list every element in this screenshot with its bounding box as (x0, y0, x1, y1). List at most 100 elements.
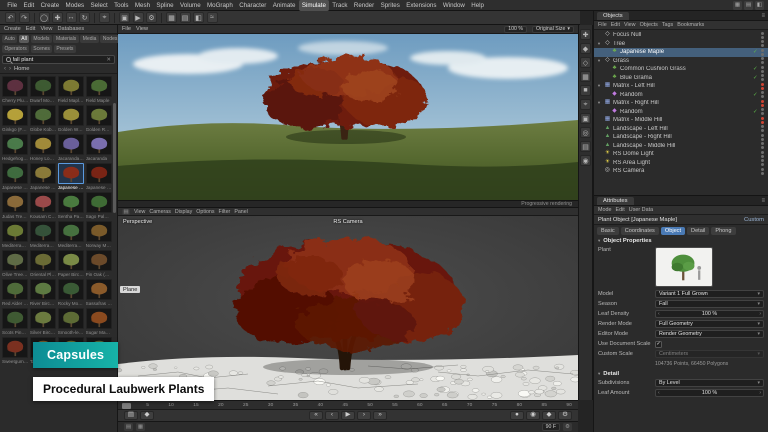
visibility-dot[interactable] (761, 78, 764, 81)
asset-item-olive-tree-fall-plant[interactable]: Olive Tree (Fall Plant) (2, 250, 28, 278)
season-dropdown[interactable]: Fall▾ (655, 300, 764, 308)
viewport-menu-icon[interactable]: ▤ (122, 209, 130, 215)
visibility-dots[interactable] (761, 66, 764, 73)
stepper-up-icon[interactable]: › (759, 311, 761, 317)
simulation-icon[interactable]: ≈ (207, 12, 218, 23)
visibility-dots[interactable] (761, 74, 764, 81)
visibility-dot[interactable] (761, 159, 764, 162)
use-document-scale-checkbox[interactable]: ✓ (655, 341, 662, 348)
live-selection-icon[interactable]: ◯ (39, 12, 50, 23)
menu-track[interactable]: Track (329, 0, 351, 11)
record-keyframe-icon[interactable]: ● (510, 411, 524, 420)
visibility-dot[interactable] (761, 146, 764, 149)
custom-link[interactable]: Custom (744, 217, 764, 223)
autokey-icon[interactable]: ◉ (526, 411, 540, 420)
next-frame-button[interactable]: › (357, 411, 371, 420)
object-row-rs-area-light[interactable]: ☀RS Area Light (594, 159, 768, 168)
object-row-tree[interactable]: ▾◇Tree (594, 40, 768, 49)
stepper-down-icon[interactable]: ‹ (658, 311, 660, 317)
asset-item-kousam-cherry-fall-plant[interactable]: Kousam Cherry (Fall Plant) (30, 192, 56, 220)
keyframe-position-icon[interactable]: ◆ (542, 411, 556, 420)
expand-arrow-icon[interactable]: ▾ (596, 100, 602, 106)
object-row-rs-camera[interactable]: ◎RS Camera (594, 167, 768, 176)
menu-spline[interactable]: Spline (153, 0, 177, 11)
objects-menu-tags[interactable]: Tags (662, 22, 673, 28)
filter-models[interactable]: Models (31, 35, 52, 43)
model-dropdown[interactable]: Variant 1 Full Grown▾ (655, 290, 764, 298)
asset-item-norway-maple-fall-plant[interactable]: Norway Maple (Fall Plant) (86, 221, 112, 249)
visibility-dot[interactable] (761, 134, 764, 137)
layout-animate-icon[interactable]: ▤ (744, 1, 753, 10)
object-properties-header[interactable]: ▾ Object Properties (594, 236, 768, 245)
previous-frame-button[interactable]: ‹ (325, 411, 339, 420)
menu-tools[interactable]: Tools (111, 0, 132, 11)
visibility-dots[interactable] (761, 40, 764, 47)
visibility-dot[interactable] (761, 151, 764, 154)
enable-axis-icon[interactable]: ▣ (580, 113, 591, 124)
asset-item-mediterranean-cypress-fall-plant[interactable]: Mediterranean Cypress (Fall Plant) (30, 221, 56, 249)
asset-search-input[interactable]: fall plant ✕ (2, 55, 115, 64)
subdivisions-dropdown[interactable]: By Level▾ (655, 379, 764, 387)
menu-help[interactable]: Help (468, 0, 487, 11)
attr-tab-object[interactable]: Object (661, 227, 685, 235)
menu-create[interactable]: Create (37, 0, 62, 11)
visibility-dot[interactable] (761, 66, 764, 69)
asset-item-golden-rain-tree-fall-plant[interactable]: Golden Rain Tree (Fall Plant) (86, 105, 112, 133)
detail-section-header[interactable]: ▾ Detail (594, 369, 768, 378)
asset-item-river-birch-fall-plant[interactable]: River Birch (Fall Plant) (30, 279, 56, 307)
object-row-landscape-left-hill[interactable]: ▲Landscape - Left Hill (594, 125, 768, 134)
asset-item-smooth-leaved-elm-fall-plant[interactable]: Smooth-leaved Elm (Fall Plant) (58, 308, 84, 336)
asset-item-golden-weeping-willow-fall-plant[interactable]: Golden Weeping Willow (Fall Plant) (58, 105, 84, 133)
visibility-dot[interactable] (761, 121, 764, 124)
render-viewport-image[interactable] (118, 34, 578, 200)
asset-item-jacaranda[interactable]: Jacaranda (86, 134, 112, 162)
layout-standard-icon[interactable]: ▦ (733, 1, 742, 10)
menu-volume[interactable]: Volume (177, 0, 204, 11)
asset-item-jacaranda-fall-plant[interactable]: Jacaranda (Fall Plant) (58, 134, 84, 162)
timeline-mode-icon[interactable]: ▤ (124, 411, 138, 420)
render-mode-dropdown[interactable]: Full Geometry▾ (655, 320, 764, 328)
visibility-dots[interactable] (761, 168, 764, 175)
model-mode-icon[interactable]: ■ (580, 85, 591, 96)
visibility-dots[interactable] (761, 117, 764, 124)
leaf-density-field[interactable]: ‹100 %› (655, 310, 764, 318)
asset-item-sentha-palm-fall-plant[interactable]: Sentha Palm (Fall Plant) (58, 192, 84, 220)
asset-item-dwarf-mountain-pine-fall-plant[interactable]: Dwarf Mountain Pine (Fall Plant) (30, 76, 56, 104)
keyframe-settings-icon[interactable]: ⚙ (558, 411, 572, 420)
stepper-down-icon[interactable]: ‹ (658, 390, 660, 396)
filter-operators[interactable]: Operators (2, 45, 29, 53)
stepper-up-icon[interactable]: › (759, 390, 761, 396)
objects-menu-view[interactable]: View (624, 22, 636, 28)
object-row-matrix-middle-hill[interactable]: ▦Matrix - Middle Hill (594, 116, 768, 125)
menu-animate[interactable]: Animate (270, 0, 299, 11)
objects-menu-icon[interactable]: ≡ (761, 13, 765, 19)
asset-item-pin-oak-fall-plant[interactable]: Pin Oak (Fall Plant) (86, 250, 112, 278)
redo-icon[interactable]: ↷ (19, 12, 30, 23)
viewport-menu-display[interactable]: Display (175, 209, 192, 215)
axis-mode-icon[interactable]: ⌖ (580, 99, 591, 110)
asset-item-japanese-maple[interactable]: Japanese Maple (86, 163, 112, 191)
texture-mode-icon[interactable]: ▤ (180, 12, 191, 23)
asset-item-sweetgum-fall-plant[interactable]: Sweetgum (Fall Plant) (2, 337, 28, 365)
enabled-check-icon[interactable]: ✓ (752, 75, 759, 81)
object-row-blue-grama[interactable]: ♣Blue Grama✓ (594, 74, 768, 83)
asset-item-rocky-mountain-pine-fall-plant[interactable]: Rocky Mountain Pine (Fall Plant) (58, 279, 84, 307)
render-menu-view[interactable]: View (136, 26, 148, 32)
menu-modes[interactable]: Modes (62, 0, 87, 11)
visibility-dot[interactable] (761, 125, 764, 128)
tab-objects[interactable]: Objects (597, 12, 629, 20)
asset-menu-create[interactable]: Create (4, 26, 21, 32)
objects-menu-file[interactable]: File (598, 22, 607, 28)
asset-menu-edit[interactable]: Edit (26, 26, 36, 32)
points-mode-icon[interactable]: ◆ (580, 43, 591, 54)
filter-media[interactable]: Media (80, 35, 99, 43)
asset-item-hedgehog-agave-fall-plant[interactable]: Hedgehog Agave (Fall Plant) (2, 134, 28, 162)
objects-menu-edit[interactable]: Edit (611, 22, 620, 28)
asset-scrollbar[interactable] (113, 103, 116, 213)
viewport-menu-options[interactable]: Options (196, 209, 214, 215)
asset-item-japanese-maple-fall-plant[interactable]: Japanese Maple (Fall Plant) (58, 163, 84, 191)
enabled-check-icon[interactable]: ✓ (752, 66, 759, 72)
asset-item-japanese-larch-fall-plant[interactable]: Japanese Larch (Fall Plant) (30, 163, 56, 191)
render-zoom-field[interactable]: 100 % (504, 26, 527, 33)
render-settings-icon[interactable]: ⚙ (146, 12, 157, 23)
